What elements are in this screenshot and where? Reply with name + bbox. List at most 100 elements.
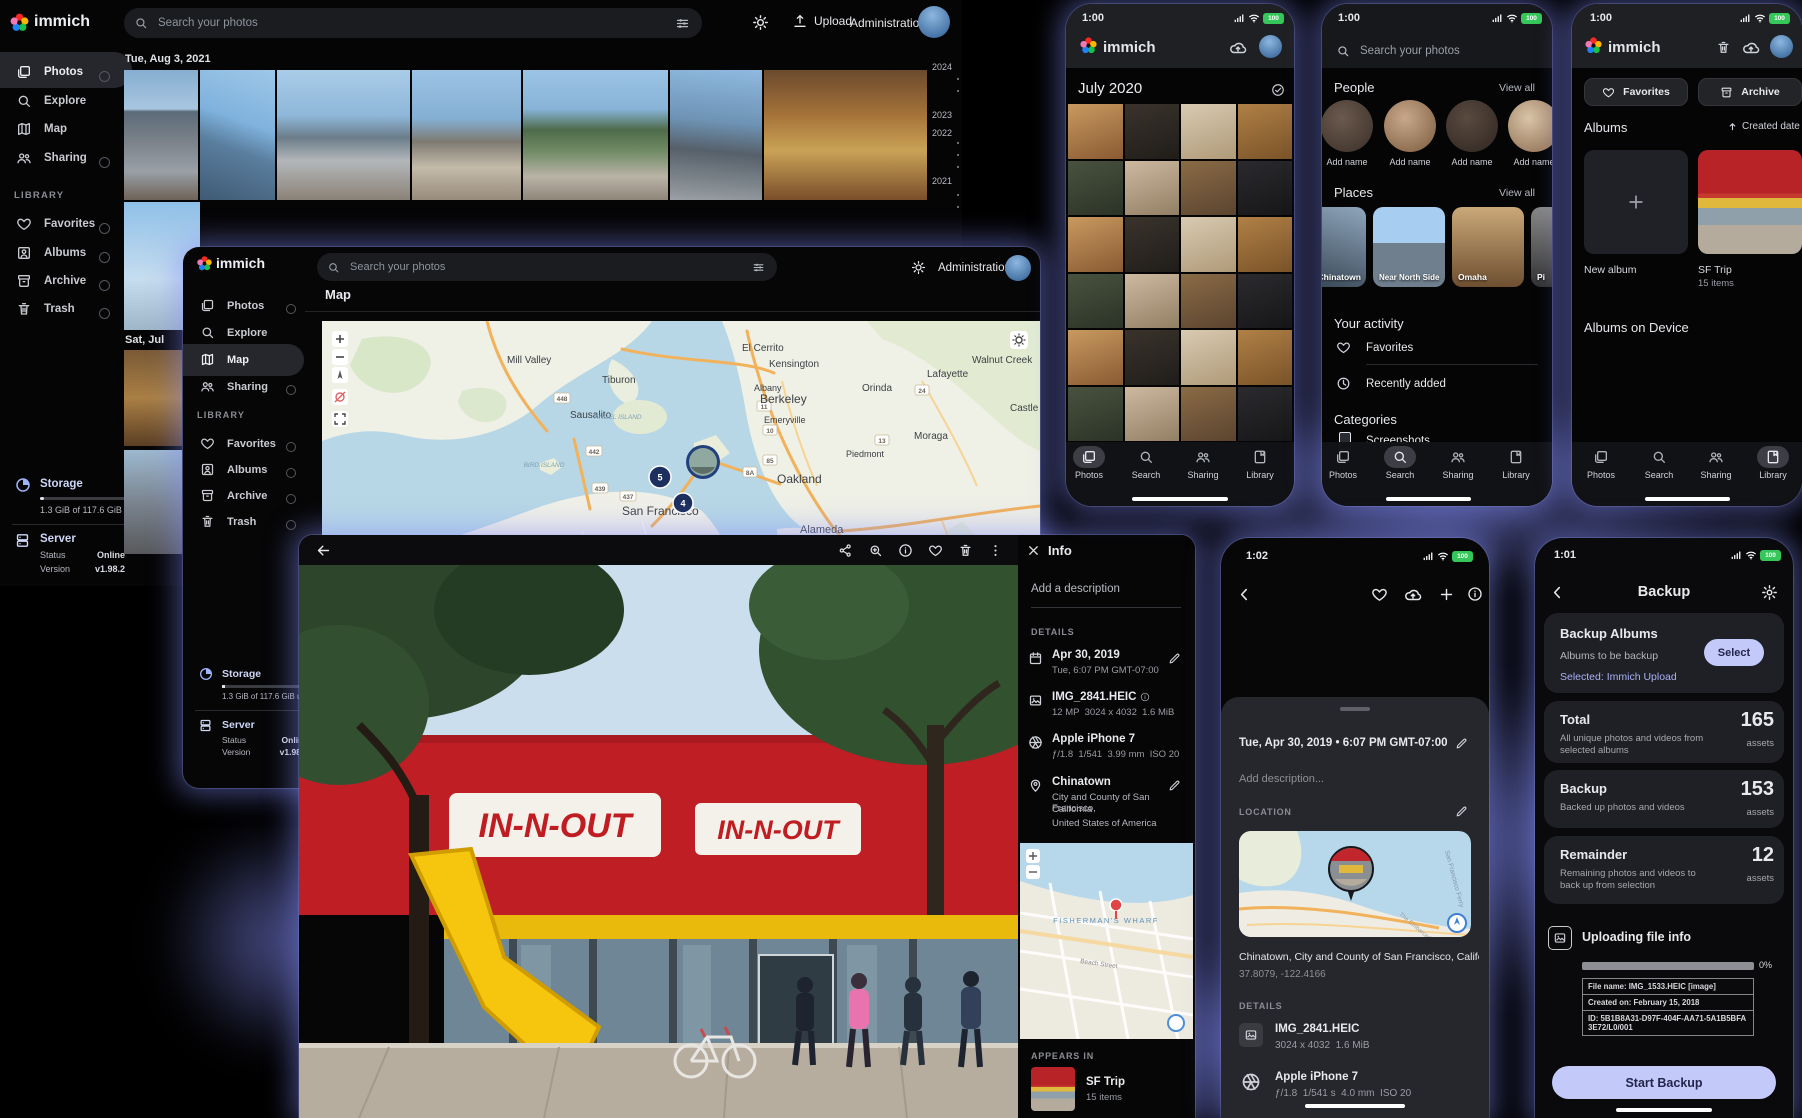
photo-thumbnail[interactable] bbox=[1125, 387, 1180, 442]
add-name-label[interactable]: Add name bbox=[1384, 157, 1436, 167]
sidebar-item-map[interactable]: Map bbox=[16, 121, 67, 137]
map-compass-button[interactable] bbox=[332, 367, 348, 383]
theme-toggle-icon[interactable] bbox=[911, 260, 926, 275]
start-backup-button[interactable]: Start Backup bbox=[1552, 1066, 1776, 1099]
search-placeholder[interactable]: Search your photos bbox=[1360, 45, 1460, 57]
scrubber-year[interactable]: 2023 bbox=[926, 110, 952, 120]
nav-label-search[interactable]: Search bbox=[1637, 470, 1681, 480]
mini-map-zoom-out[interactable] bbox=[1026, 865, 1040, 879]
nav-label-sharing[interactable]: Sharing bbox=[1436, 470, 1480, 480]
photo-thumbnail[interactable] bbox=[1068, 217, 1123, 272]
favorites-row[interactable]: Favorites bbox=[1366, 342, 1413, 354]
map-hide-markers-button[interactable] bbox=[332, 389, 348, 405]
home-indicator[interactable] bbox=[1645, 497, 1730, 501]
search-icon[interactable] bbox=[1392, 449, 1408, 465]
library-icon[interactable] bbox=[1765, 449, 1781, 465]
search-icon[interactable] bbox=[1138, 449, 1154, 465]
favorite-heart-icon[interactable] bbox=[1371, 586, 1388, 603]
nav-label-sharing[interactable]: Sharing bbox=[1694, 470, 1738, 480]
favorites-button[interactable]: Favorites bbox=[1584, 78, 1688, 106]
close-icon[interactable] bbox=[1026, 543, 1041, 558]
nav-label-search[interactable]: Search bbox=[1124, 470, 1168, 480]
map-settings-button[interactable] bbox=[1010, 331, 1028, 349]
archive-button[interactable]: Archive bbox=[1698, 78, 1802, 106]
nav-label-library[interactable]: Library bbox=[1751, 470, 1795, 480]
cloud-sync-icon[interactable] bbox=[1742, 39, 1760, 57]
sidebar-item-archive[interactable]: Archive bbox=[200, 488, 267, 503]
compass-icon[interactable] bbox=[1448, 914, 1466, 932]
add-name-label[interactable]: Add name bbox=[1322, 157, 1373, 167]
avatar[interactable] bbox=[918, 6, 950, 38]
library-icon[interactable] bbox=[1508, 449, 1524, 465]
photo-thumbnail[interactable] bbox=[200, 70, 275, 200]
photo-thumbnail[interactable] bbox=[1181, 274, 1236, 329]
nav-label-search[interactable]: Search bbox=[1378, 470, 1422, 480]
place-card[interactable]: Omaha bbox=[1452, 207, 1524, 287]
edit-pencil-icon[interactable] bbox=[1168, 652, 1181, 665]
scrubber-year[interactable]: 2024 bbox=[926, 62, 952, 72]
photo-thumbnail[interactable] bbox=[1068, 387, 1123, 442]
person-face[interactable] bbox=[1384, 100, 1436, 152]
photo-thumbnail[interactable] bbox=[1181, 104, 1236, 159]
sidebar-item-albums[interactable]: Albums bbox=[16, 245, 86, 261]
back-arrow-icon[interactable] bbox=[315, 542, 332, 559]
nav-label-photos[interactable]: Photos bbox=[1067, 470, 1111, 480]
map-zoom-out-button[interactable] bbox=[332, 349, 348, 365]
nav-label-library[interactable]: Library bbox=[1494, 470, 1538, 480]
sort-created-date[interactable]: Created date bbox=[1727, 121, 1800, 132]
person-face[interactable] bbox=[1446, 100, 1498, 152]
info-icon[interactable] bbox=[898, 543, 913, 558]
back-chevron-icon[interactable] bbox=[1236, 586, 1253, 603]
search-input[interactable]: Search your photos bbox=[124, 8, 702, 38]
delete-trash-icon[interactable] bbox=[958, 543, 973, 558]
avatar[interactable] bbox=[1259, 35, 1282, 58]
nav-label-photos[interactable]: Photos bbox=[1579, 470, 1623, 480]
administration-link[interactable]: Administration bbox=[938, 262, 1011, 274]
cloud-upload-icon[interactable] bbox=[1404, 586, 1422, 604]
nav-label-sharing[interactable]: Sharing bbox=[1181, 470, 1225, 480]
administration-link[interactable]: Administration bbox=[850, 16, 926, 30]
compass-icon[interactable] bbox=[1168, 1015, 1184, 1031]
info-icon[interactable] bbox=[1467, 586, 1483, 602]
photo-thumbnail[interactable] bbox=[523, 70, 668, 200]
more-kebab-icon[interactable] bbox=[988, 543, 1003, 558]
photo-thumbnail[interactable] bbox=[1068, 274, 1123, 329]
photo-thumbnail[interactable] bbox=[1181, 387, 1236, 442]
search-icon[interactable] bbox=[1651, 449, 1667, 465]
favorite-heart-icon[interactable] bbox=[928, 543, 943, 558]
photo-thumbnail[interactable] bbox=[670, 70, 762, 200]
home-indicator[interactable] bbox=[1132, 497, 1228, 501]
home-indicator[interactable] bbox=[1616, 1108, 1712, 1112]
photo-thumbnail[interactable] bbox=[1125, 217, 1180, 272]
add-plus-icon[interactable] bbox=[1438, 586, 1455, 603]
photo-thumbnail[interactable] bbox=[412, 70, 521, 200]
photo-thumbnail[interactable] bbox=[1068, 104, 1123, 159]
add-description-placeholder[interactable]: Add description... bbox=[1239, 773, 1324, 785]
mini-map-zoom-in[interactable] bbox=[1026, 849, 1040, 863]
avatar[interactable] bbox=[1770, 35, 1793, 58]
location-mini-map[interactable]: FISHERMAN'S WHARF Beach Street bbox=[1020, 843, 1193, 1039]
sidebar-item-photos[interactable]: Photos bbox=[16, 64, 83, 80]
sharing-icon[interactable] bbox=[1450, 449, 1466, 465]
cloud-sync-icon[interactable] bbox=[1229, 39, 1247, 57]
photo-thumbnail[interactable] bbox=[1238, 330, 1293, 385]
add-name-label[interactable]: Add name bbox=[1446, 157, 1498, 167]
avatar[interactable] bbox=[1005, 255, 1031, 281]
scrubber-year[interactable]: 2022 bbox=[926, 128, 952, 138]
search-input[interactable]: Search your photos bbox=[317, 253, 777, 281]
select-button[interactable]: Select bbox=[1704, 639, 1764, 666]
places-view-all[interactable]: View all bbox=[1499, 187, 1535, 199]
map-cluster-marker[interactable]: 4 bbox=[673, 493, 693, 513]
location-map[interactable]: San Francisco Ferry The Embarcadero bbox=[1239, 831, 1471, 937]
nav-label-photos[interactable]: Photos bbox=[1322, 470, 1365, 480]
edit-pencil-icon[interactable] bbox=[1455, 805, 1468, 818]
map-zoom-in-button[interactable] bbox=[332, 331, 348, 347]
description-placeholder[interactable]: Add a description bbox=[1031, 583, 1120, 595]
photo-thumbnail[interactable] bbox=[1181, 330, 1236, 385]
sharing-icon[interactable] bbox=[1708, 449, 1724, 465]
photos-icon[interactable] bbox=[1081, 449, 1097, 465]
photo-thumbnail[interactable] bbox=[1181, 217, 1236, 272]
photo-thumbnail[interactable] bbox=[1238, 104, 1293, 159]
photo-thumbnail[interactable] bbox=[277, 70, 410, 200]
photo-thumbnail[interactable] bbox=[1125, 104, 1180, 159]
